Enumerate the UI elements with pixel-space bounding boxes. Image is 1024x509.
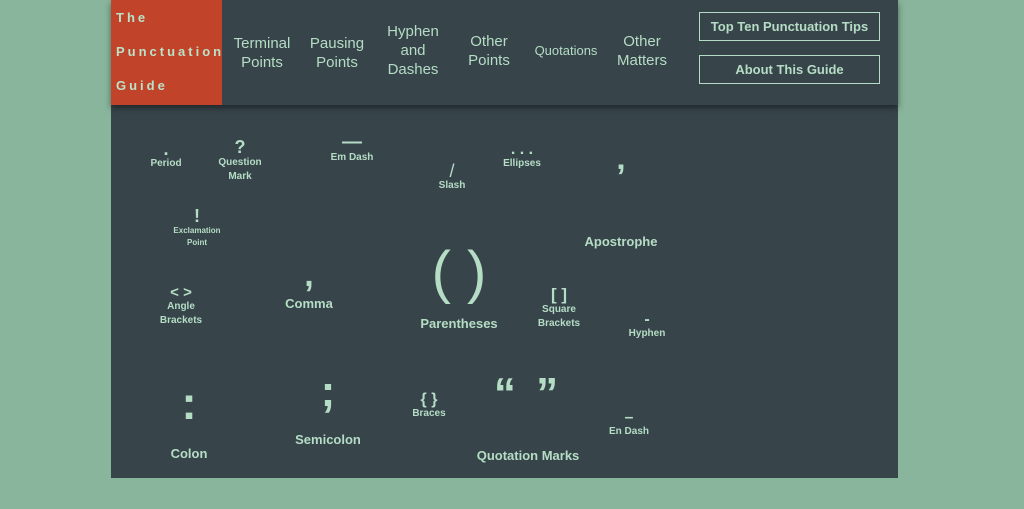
item-label: Comma [285,296,333,311]
semicolon-glyph: ; [320,367,336,416]
item-parentheses[interactable]: ( ) Parentheses [420,240,498,332]
item-label: Slash [438,180,466,191]
parentheses-glyph: ( ) [431,240,487,305]
item-label: Quotation Marks [476,448,580,463]
header: The Punctuation Guide Terminal Points Pa… [111,0,898,105]
en-dash-glyph: – [624,409,634,426]
item-period[interactable]: . Period [150,140,181,169]
item-label: En Dash [608,426,650,437]
item-semicolon[interactable]: ; Semicolon [295,367,361,448]
item-label: Question Mark [218,157,262,182]
item-em-dash[interactable]: — Em Dash [331,132,374,163]
item-label: Braces [412,408,446,419]
logo-line: Punctuation [116,44,225,59]
about-guide-button[interactable]: About This Guide [699,55,880,84]
ellipses-glyph: . . . [510,141,534,158]
angle-brackets-glyph: < > [170,284,192,301]
apostrophe-glyph: ’ [616,158,626,196]
item-quotation-marks[interactable]: “ ” Quotation Marks [476,369,580,464]
logo-line: The [116,10,149,25]
item-label: Exclamation Point [173,226,221,247]
slash-glyph: / [449,161,455,181]
item-label: Ellipses [503,158,541,169]
item-label: Hyphen [628,328,666,339]
item-label: Square Brackets [537,304,581,329]
item-comma[interactable]: , Comma [285,258,333,311]
item-braces[interactable]: { } Braces [412,391,446,420]
item-label: Semicolon [295,432,361,447]
item-slash[interactable]: / Slash [439,162,466,191]
item-angle-brackets[interactable]: < > Angle Brackets [156,285,206,328]
colon-glyph: : [181,377,197,429]
top-ten-tips-button[interactable]: Top Ten Punctuation Tips [699,12,880,41]
period-glyph: . [163,139,169,159]
item-label: Parentheses [420,316,498,331]
braces-glyph: { } [420,391,438,408]
question-mark-glyph: ? [234,137,246,157]
em-dash-glyph: — [341,131,362,153]
item-label: Apostrophe [584,234,658,249]
nav-other-points[interactable]: Other Points [461,32,517,70]
item-apostrophe[interactable]: ’ Apostrophe [585,160,658,249]
comma-glyph: , [304,256,314,294]
item-square-brackets[interactable]: [ ] Square Brackets [534,286,584,331]
exclamation-glyph: ! [194,206,200,226]
item-en-dash[interactable]: – En Dash [608,409,650,438]
item-hyphen[interactable]: - Hyphen [628,311,666,340]
nav-pausing-points[interactable]: Pausing Points [305,34,369,72]
item-ellipses[interactable]: . . . Ellipses [503,141,541,170]
item-exclamation-point[interactable]: ! Exclamation Point [167,207,227,249]
nav-other-matters[interactable]: Other Matters [614,32,670,70]
nav-hyphen-and-dashes[interactable]: Hyphen and Dashes [381,22,445,79]
item-label: Period [150,158,182,169]
item-label: Angle Brackets [159,301,203,326]
hyphen-glyph: - [644,311,650,328]
logo-line: Guide [116,78,168,93]
item-label: Em Dash [330,152,374,163]
nav-terminal-points[interactable]: Terminal Points [229,34,295,72]
square-brackets-glyph: [ ] [550,285,568,304]
item-question-mark[interactable]: ? Question Mark [215,138,265,184]
site-logo[interactable]: The Punctuation Guide [111,0,222,105]
nav-quotations[interactable]: Quotations [529,41,603,60]
item-label: Colon [170,446,208,461]
item-colon[interactable]: : Colon [171,380,208,461]
quotation-marks-glyph: “ ” [493,369,563,418]
